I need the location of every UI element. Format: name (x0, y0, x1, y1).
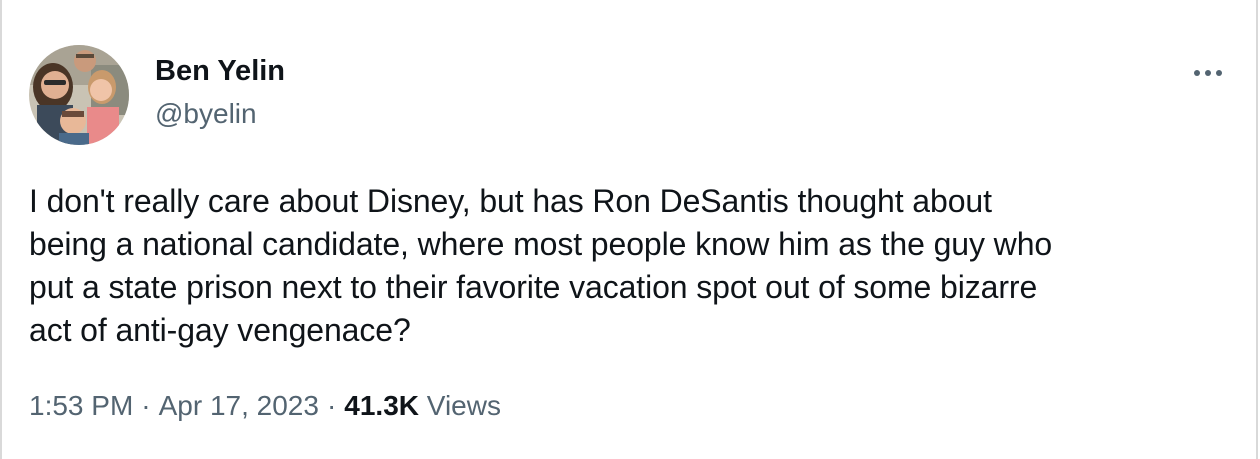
author-name[interactable]: Ben Yelin (155, 53, 285, 89)
tweet-text: I don't really care about Disney, but ha… (29, 183, 1053, 348)
more-options-button[interactable] (1188, 60, 1228, 86)
tweet-time[interactable]: 1:53 PM (29, 386, 133, 426)
views-count: 41.3K (344, 390, 419, 421)
author-avatar[interactable] (29, 45, 129, 145)
views-label: Views (426, 390, 501, 421)
meta-separator: · (326, 390, 337, 421)
meta-separator: · (141, 390, 151, 421)
tweet-card: Ben Yelin @byelin I don't really care ab… (0, 0, 1258, 459)
author-handle[interactable]: @byelin (155, 96, 257, 132)
more-horizontal-icon (1194, 70, 1222, 76)
profile-photo-icon (29, 45, 129, 145)
tweet-date[interactable]: Apr 17, 2023 (159, 386, 319, 426)
tweet-meta: 1:53 PM · Apr 17, 2023 · 41.3K Views (29, 386, 501, 426)
